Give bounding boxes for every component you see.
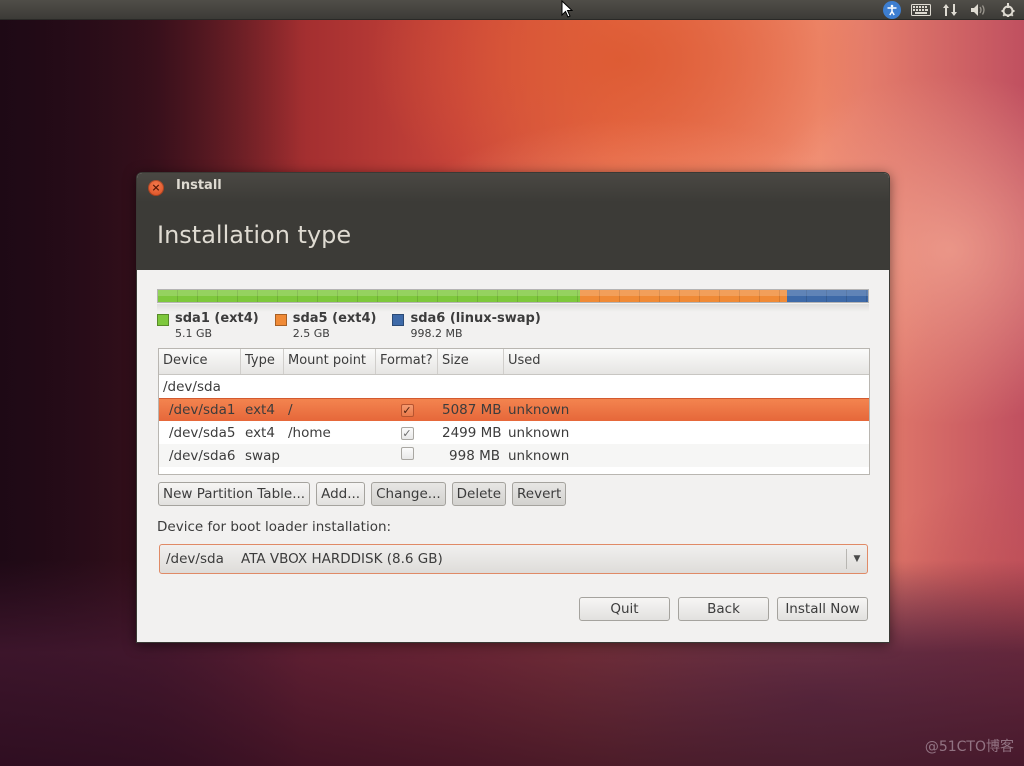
row-format-cell: ✓ [376,402,438,418]
row-device: /dev/sda5 [169,424,236,441]
row-type: ext4 [245,402,275,418]
format-checkbox[interactable] [400,447,414,460]
row-format-cell [376,447,438,464]
legend-item-sda6: sda6 (linux-swap) 998.2 MB [392,311,541,340]
column-header-type[interactable]: Type [241,349,284,374]
delete-partition-button[interactable]: Delete [451,482,507,506]
change-partition-button[interactable]: Change... [371,482,446,506]
partition-table: Device Type Mount point Format? Size Use… [158,348,870,475]
column-header-size[interactable]: Size [438,349,504,374]
format-checkbox[interactable]: ✓ [400,426,414,440]
legend-item-sda1: sda1 (ext4) 5.1 GB [157,311,259,340]
row-type: swap [245,447,280,464]
row-used: unknown [508,447,570,464]
column-header-device[interactable]: Device [159,349,241,374]
column-header-used[interactable]: Used [504,349,869,374]
back-button[interactable]: Back [678,597,769,621]
legend-item-sda5: sda5 (ext4) 2.5 GB [274,311,377,340]
boot-loader-select[interactable]: /dev/sda ATA VBOX HARDDISK (8.6 GB) ▼ [159,544,868,574]
row-format-cell: ✓ [376,425,438,441]
quit-button[interactable]: Quit [579,597,670,621]
add-partition-button[interactable]: Add... [316,482,366,506]
legend-swatch [274,314,287,326]
row-mount: / [288,402,293,418]
revert-button[interactable]: Revert [512,482,567,506]
table-row[interactable]: /dev/sda5 ext4 /home ✓ 2499 MB unknown [159,421,869,444]
legend-name: sda5 (ext4) [292,311,377,326]
column-header-format[interactable]: Format? [376,349,438,374]
partition-legend: sda1 (ext4) 5.1 GB sda5 (ext4) 2.5 GB sd… [157,311,541,340]
chevron-down-icon[interactable]: ▼ [847,554,867,564]
disk-device: /dev/sda [163,378,221,395]
network-icon[interactable] [940,1,960,19]
row-used: unknown [508,402,570,418]
row-type: ext4 [245,424,275,441]
partition-bar [157,289,869,303]
row-device: /dev/sda1 [169,402,236,418]
partition-actions: New Partition Table... Add... Change... … [158,482,567,506]
partition-segment-0 [158,290,580,302]
row-size: 5087 MB [442,402,502,418]
navigation-buttons: Quit Back Install Now [579,597,868,621]
table-row[interactable]: /dev/sda6 swap 998 MB unknown [159,444,869,467]
table-header: Device Type Mount point Format? Size Use… [159,349,869,375]
system-tray [882,0,1018,20]
format-checkbox[interactable]: ✓ [400,404,414,417]
table-row[interactable]: /dev/sda1 ext4 / ✓ 5087 MB unknown [159,398,869,421]
partition-segment-2 [787,290,868,302]
legend-swatch [157,314,169,326]
window-title: Install [176,178,222,193]
top-panel [0,0,1024,20]
boot-loader-label: Device for boot loader installation: [157,519,392,535]
page-title: Installation type [157,221,352,249]
legend-size: 998.2 MB [410,327,463,340]
install-window: × Install Installation type sda1 (ext4) … [136,172,890,643]
close-button[interactable]: × [148,180,164,196]
partition-segment-1 [579,290,788,302]
row-used: unknown [508,424,570,441]
accessibility-icon[interactable] [882,1,902,19]
new-partition-table-button[interactable]: New Partition Table... [158,482,311,506]
legend-name: sda1 (ext4) [175,311,259,326]
row-size: 2499 MB [442,424,502,441]
mouse-cursor-icon [561,0,574,22]
power-gear-icon[interactable] [998,1,1018,19]
row-size: 998 MB [449,447,500,464]
legend-name: sda6 (linux-swap) [410,311,541,326]
column-header-mount[interactable]: Mount point [284,349,376,374]
legend-swatch [392,314,405,326]
table-row-disk[interactable]: /dev/sda [159,375,869,398]
legend-size: 5.1 GB [175,327,213,340]
watermark: @51CTO博客 [924,739,1014,755]
window-header: × Install Installation type [137,173,889,270]
legend-size: 2.5 GB [292,327,330,340]
install-now-button[interactable]: Install Now [777,597,868,621]
keyboard-icon[interactable] [911,1,931,19]
row-mount: /home [288,424,331,441]
row-device: /dev/sda6 [169,447,236,464]
boot-loader-value: /dev/sda ATA VBOX HARDDISK (8.6 GB) [166,551,443,567]
close-icon: × [151,181,161,194]
volume-icon[interactable] [969,1,989,19]
